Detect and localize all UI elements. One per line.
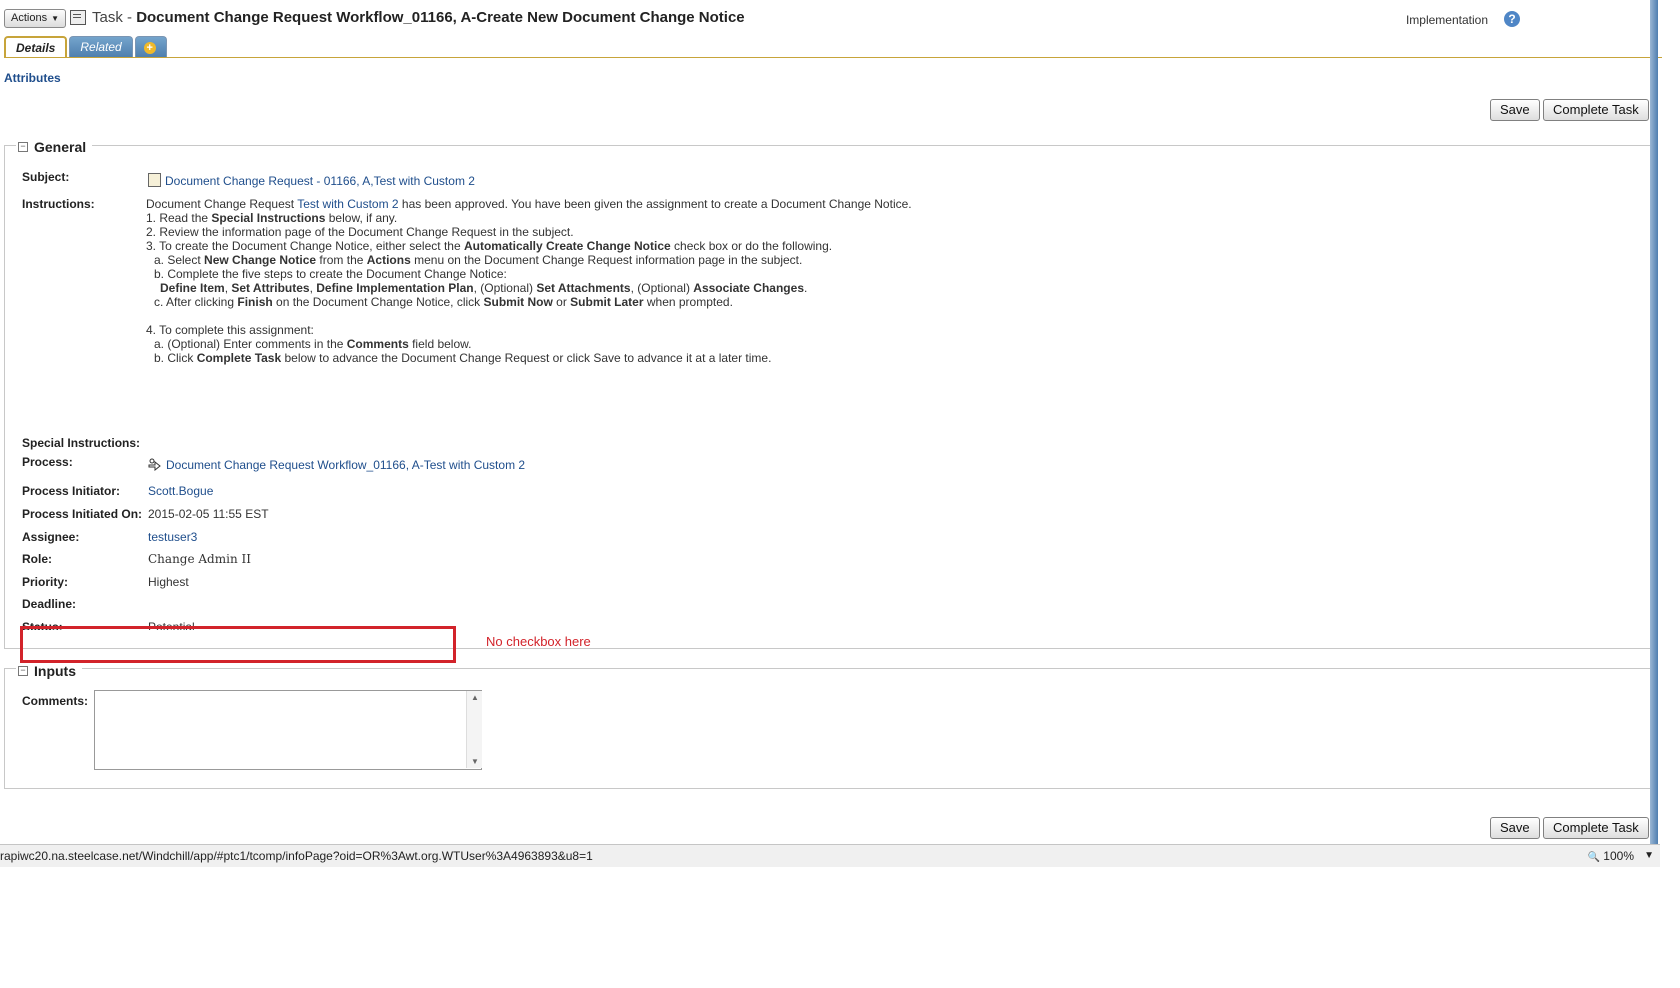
actions-label: Actions	[11, 12, 48, 24]
assignee-label: Assignee:	[22, 530, 80, 544]
window-scrollbar[interactable]	[1650, 0, 1658, 844]
tab-details[interactable]: Details	[4, 36, 68, 58]
zoom-icon: 🔍	[1587, 852, 1600, 863]
role-value: Change Admin II	[148, 552, 251, 566]
deadline-row: Deadline:	[22, 597, 148, 611]
instruction-line: c. After clicking Finish on the Document…	[154, 295, 733, 309]
instruction-line: Define Item, Set Attributes, Define Impl…	[160, 281, 808, 295]
status-url: rapiwc20.na.steelcase.net/Windchill/app/…	[0, 849, 593, 863]
priority-value: Highest	[148, 575, 189, 589]
title-main: Document Change Request Workflow_01166, …	[136, 9, 745, 26]
help-icon[interactable]: ?	[1504, 11, 1520, 27]
initiated-on-label: Process Initiated On:	[22, 507, 143, 521]
subject-label: Subject:	[22, 170, 70, 184]
document-icon	[148, 173, 161, 187]
initiated-on-row: Process Initiated On: 2015-02-05 11:55 E…	[22, 507, 269, 521]
browser-status-bar: rapiwc20.na.steelcase.net/Windchill/app/…	[0, 844, 1660, 867]
title-prefix: Task -	[92, 9, 137, 26]
general-legend-label: General	[34, 139, 87, 155]
complete-task-button-bottom[interactable]: Complete Task	[1543, 817, 1649, 839]
inputs-legend-label: Inputs	[34, 663, 76, 679]
implementation-label: Implementation	[1405, 13, 1488, 27]
zoom-value: 100%	[1603, 849, 1634, 863]
assignee-row: Assignee: testuser3	[22, 530, 197, 544]
instructions-text: Document Change Request Test with Custom…	[146, 197, 912, 365]
annotation-highlight-box	[20, 626, 456, 663]
initiator-row: Process Initiator: Scott.Bogue	[22, 484, 213, 498]
complete-task-button-top[interactable]: Complete Task	[1543, 99, 1649, 121]
instruction-line: a. Select New Change Notice from the Act…	[154, 253, 803, 267]
save-button-bottom[interactable]: Save	[1490, 817, 1540, 839]
chevron-down-icon: ▼	[51, 14, 59, 23]
instructions-label: Instructions:	[22, 197, 95, 211]
comments-scrollbar[interactable]: ▲ ▼	[466, 691, 482, 768]
role-row: Role: Change Admin II	[22, 552, 251, 566]
scroll-up-icon[interactable]: ▲	[471, 693, 479, 702]
initiator-link[interactable]: Scott.Bogue	[148, 484, 213, 498]
save-button-top[interactable]: Save	[1490, 99, 1540, 121]
scroll-down-icon[interactable]: ▼	[471, 757, 479, 766]
annotation-text: No checkbox here	[486, 634, 591, 649]
tab-related[interactable]: Related	[69, 36, 133, 57]
page-title: Task - Document Change Request Workflow_…	[70, 9, 745, 26]
instruction-line: b. Complete the five steps to create the…	[154, 267, 507, 281]
chevron-down-icon[interactable]: ▼	[1644, 845, 1654, 867]
zoom-control[interactable]: 🔍 100%	[1588, 845, 1635, 869]
actions-menu-button[interactable]: Actions ▼	[4, 9, 66, 28]
priority-label: Priority:	[22, 575, 69, 589]
attributes-link[interactable]: Attributes	[4, 71, 61, 85]
initiated-on-value: 2015-02-05 11:55 EST	[148, 507, 269, 521]
special-instructions-label: Special Instructions:	[22, 436, 141, 450]
instruction-line: 1. Read the Special Instructions below, …	[146, 211, 398, 225]
tab-bar: Details Related +	[4, 36, 167, 58]
tab-add[interactable]: +	[134, 36, 167, 57]
instruction-line: 2. Review the information page of the Do…	[146, 225, 574, 239]
instruction-line: a. (Optional) Enter comments in the Comm…	[154, 337, 472, 351]
subject-link[interactable]: Document Change Request - 01166, A,Test …	[165, 174, 475, 188]
task-icon	[70, 10, 86, 25]
dcr-link[interactable]: Test with Custom 2	[297, 197, 398, 211]
process-label: Process:	[22, 455, 73, 469]
instructions-row: Instructions:	[22, 197, 148, 211]
process-row: Process: Document Change Request Workflo…	[22, 455, 525, 472]
assignee-link[interactable]: testuser3	[148, 530, 197, 544]
process-link[interactable]: Document Change Request Workflow_01166, …	[166, 458, 525, 472]
general-legend[interactable]: − General	[16, 139, 93, 155]
priority-row: Priority: Highest	[22, 575, 189, 589]
tab-divider	[4, 57, 1662, 58]
add-tab-icon: +	[143, 42, 156, 54]
instruction-line: b. Click Complete Task below to advance …	[154, 351, 772, 365]
instruction-line: 3. To create the Document Change Notice,…	[146, 239, 833, 253]
instruction-line: 4. To complete this assignment:	[146, 323, 314, 337]
collapse-icon[interactable]: −	[18, 142, 28, 152]
collapse-icon[interactable]: −	[18, 666, 28, 676]
initiator-label: Process Initiator:	[22, 484, 121, 498]
inputs-legend[interactable]: − Inputs	[16, 663, 82, 679]
special-instructions-row: Special Instructions:	[22, 436, 172, 450]
comments-textarea[interactable]	[94, 690, 482, 770]
deadline-label: Deadline:	[22, 597, 77, 611]
instruction-line: Document Change Request Test with Custom…	[146, 197, 912, 211]
subject-row: Subject: Document Change Request - 01166…	[22, 170, 475, 188]
process-icon	[148, 458, 161, 471]
role-label: Role:	[22, 552, 52, 566]
